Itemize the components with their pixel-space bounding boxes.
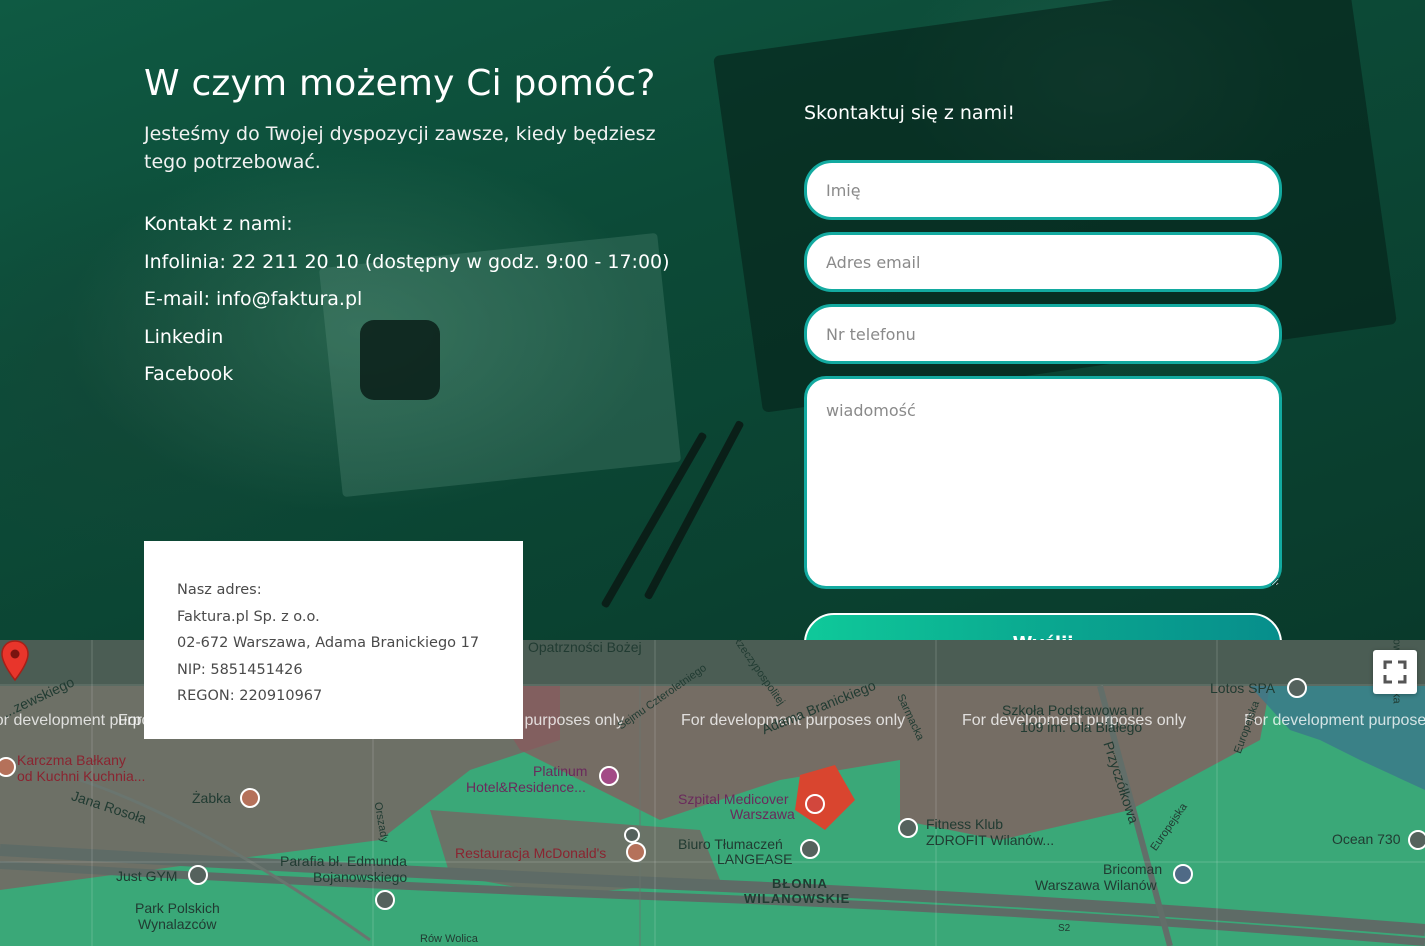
email-input[interactable] [804,232,1282,292]
name-input[interactable] [804,160,1282,220]
email-link[interactable]: E-mail: info@faktura.pl [144,281,704,319]
map-label: WILANOWSKIE [744,891,851,906]
facebook-link[interactable]: Facebook [144,356,704,394]
submit-button[interactable]: Wyślij [804,613,1282,640]
map-label: Opatrzności Bożej [528,640,642,655]
map-label: Szkoła Podstawowa nr [1002,702,1144,718]
map-label: 109 im. Ola Białego [1020,719,1143,735]
message-textarea[interactable] [804,376,1282,589]
contact-info: W czym możemy Ci pomóc? Jesteśmy do Twoj… [144,60,704,394]
gym-poi-icon[interactable] [188,865,208,885]
street-address: 02-672 Warszawa, Adama Branickiego 17 [177,635,480,651]
map-label: Parafia bł. Edmunda [280,853,407,869]
address-label: Nasz adres: [177,582,262,598]
map-fullscreen-button[interactable] [1373,650,1417,694]
map-label: Wynalazców [138,916,217,932]
church-poi-icon[interactable] [375,890,395,910]
map-label: Rów Wolica [420,933,478,945]
map-label: Restauracja McDonald's [455,845,607,861]
map-label: Fitness Klub [926,816,1004,832]
map-label: ZDROFIT Wilanów... [926,832,1055,848]
map-label: Park Polskich [135,900,220,916]
map-label: Bojanowskiego [313,869,408,885]
location-pin-icon[interactable] [0,640,30,682]
restaurant-poi-icon[interactable] [626,842,646,862]
map-label: S2 [1058,923,1071,934]
infoline-text: Infolinia: 22 211 20 10 (dostępny w godz… [144,250,670,273]
map-label: Just GYM [116,868,178,884]
gym-poi-icon[interactable] [898,818,918,838]
map-label: LANGEASE [717,851,793,867]
map-label: Bricoman [1103,861,1163,877]
fullscreen-icon [1383,660,1407,684]
company-name: Faktura.pl Sp. z o.o. [177,608,320,625]
nip-number: NIP: 5851451426 [177,661,303,678]
linkedin-link[interactable]: Linkedin [144,319,704,357]
spa-poi-icon[interactable] [1287,678,1307,698]
page-subtitle: Jesteśmy do Twojej dyspozycji zawsze, ki… [144,123,656,173]
place-poi-icon[interactable] [624,827,640,843]
map-label: Biuro Tłumaczeń [678,836,783,852]
map-label: od Kuchni Kuchnia... [17,768,146,784]
page-title: W czym możemy Ci pomóc? [144,63,656,104]
map-label: Ocean 730 [1332,831,1401,847]
store-poi-icon[interactable] [1173,864,1193,884]
map-label: Warszawa Wilanów [1035,877,1157,893]
map-dev-note: For development purposes only [1244,712,1425,729]
contact-form: Skontaktuj się z nami! Wyślij [804,97,1282,640]
office-poi-icon[interactable] [800,839,820,859]
address-card: Nasz adres: Faktura.pl Sp. z o.o. 02-672… [144,541,523,739]
map-label: Szpital Medicover [678,791,789,807]
contact-list: Kontakt z nami: Infolinia: 22 211 20 10 … [144,206,704,394]
map-label: Żabka [192,790,231,806]
regon-number: REGON: 220910967 [177,688,323,704]
map-label: Lotos SPA [1210,680,1276,696]
map-label: Warszawa [730,806,795,822]
map-label: BŁONIA [772,876,828,891]
phone-input[interactable] [804,304,1282,364]
map-label: Karczma Bałkany [17,752,126,768]
form-title: Skontaktuj się z nami! [804,102,1015,124]
shop-poi-icon[interactable] [240,788,260,808]
form-fields: Wyślij [804,160,1282,640]
map-label: Hotel&Residence... [466,779,586,795]
hospital-poi-icon[interactable] [805,794,825,814]
contact-heading: Kontakt z nami: [144,213,293,235]
map-label: Platinum [533,763,588,779]
place-poi-icon[interactable] [1408,830,1425,850]
hotel-poi-icon[interactable] [599,766,619,786]
